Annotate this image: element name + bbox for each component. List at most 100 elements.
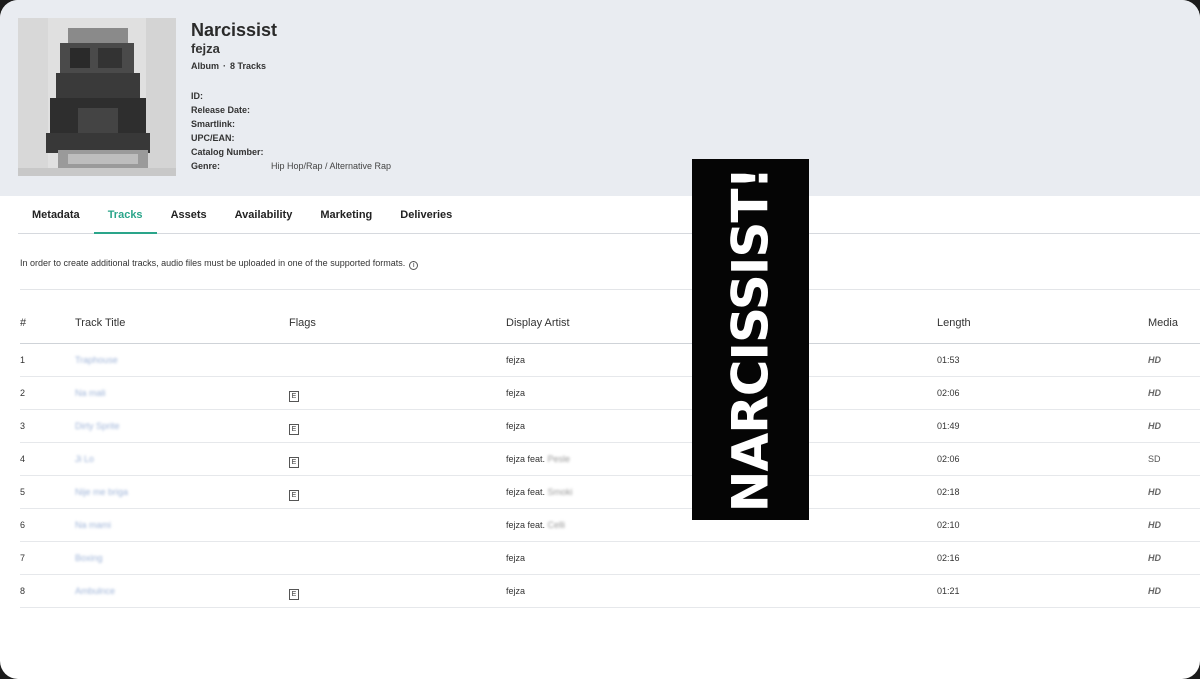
track-media: HD [1148,377,1200,409]
track-title-cell: Ji Lo [75,443,289,475]
tracks-table: # Track Title Flags Display Artist Lengt… [20,306,1200,608]
track-number: 4 [20,454,26,464]
album-title: Narcissist [191,20,278,40]
tab-availability[interactable]: Availability [221,196,307,234]
media-quality-badge: SD [1148,454,1161,464]
featured-artist: Pesle [547,454,571,464]
display-artist: fejza feat. [506,520,546,530]
track-media: HD [1148,509,1200,541]
field-label: UPC/EAN: [191,133,235,143]
media-quality-badge: HD [1148,520,1161,530]
track-title-link[interactable]: Ambulnce [75,586,115,596]
album-type: Album [191,61,219,71]
col-track-title: Track Title [75,317,126,329]
track-flags: E [289,575,506,607]
banner-text: NARCISSIST! [721,167,780,512]
display-artist: fejza [506,388,526,398]
field-id: ID: [191,89,391,103]
track-title-cell: Dirty Sprite [75,410,289,442]
track-length: 02:06 [937,454,960,464]
track-title-link[interactable]: Na mami [75,520,111,530]
divider [20,289,1200,290]
track-title-link[interactable]: Traphouse [75,355,118,365]
table-row[interactable]: 1 Traphouse fejza 01:53 HD [20,344,1200,377]
table-row[interactable]: 2 Na mali Efejza 02:06 HD [20,377,1200,410]
track-title-link[interactable]: Nije me briga [75,487,128,497]
tab-marketing[interactable]: Marketing [306,196,386,234]
table-row[interactable]: 7 Boxing fejza 02:16 HD [20,542,1200,575]
track-title-link[interactable]: Boxing [75,553,103,563]
track-flags: E [289,410,506,442]
track-number: 5 [20,487,26,497]
field-value: Hip Hop/Rap / Alternative Rap [271,161,392,171]
album-track-count: 8 Tracks [230,61,267,71]
track-length: 01:21 [937,586,960,596]
track-flags: E [289,377,506,409]
display-artist: fejza [506,355,526,365]
track-media: SD [1148,443,1200,475]
track-length: 01:49 [937,421,960,431]
explicit-flag-icon: E [289,457,299,468]
featured-artist: Smoki [547,487,573,497]
tab-deliveries[interactable]: Deliveries [386,196,466,234]
track-flags [289,509,506,541]
table-body: 1 Traphouse fejza 01:53 HD 2 Na mali Efejza 02:0… [20,344,1200,608]
tab-assets[interactable]: Assets [157,196,221,234]
track-title-link[interactable]: Dirty Sprite [75,421,120,431]
explicit-flag-icon: E [289,391,299,402]
track-media: HD [1148,476,1200,508]
table-row[interactable]: 4 Ji Lo Efejza feat. Pesle 02:06 SD [20,443,1200,476]
media-quality-badge: HD [1148,421,1161,431]
track-title-cell: Ambulnce [75,575,289,607]
narcissist-banner: NARCISSIST! [692,159,809,520]
display-artist: fejza feat. [506,454,546,464]
track-flags: E [289,443,506,475]
track-flags [289,344,506,376]
pixelated-cover-image [18,18,176,176]
tab-tracks[interactable]: Tracks [93,196,157,234]
col-length: Length [937,317,971,329]
field-label: Smartlink: [191,119,236,129]
album-cover [18,18,176,176]
field-genre: Genre: Hip Hop/Rap / Alternative Rap [191,159,391,173]
field-label: Genre: [191,161,221,171]
track-media: HD [1148,542,1200,574]
explicit-flag-icon: E [289,589,299,600]
track-media: HD [1148,575,1200,607]
field-upc: UPC/EAN: [191,131,391,145]
table-row[interactable]: 6 Na mami fejza feat. Celli 02:10 HD [20,509,1200,542]
track-title-link[interactable]: Na mali [75,388,106,398]
table-header: # Track Title Flags Display Artist Lengt… [20,306,1200,344]
col-media: Media [1148,317,1178,329]
tab-metadata[interactable]: Metadata [18,196,94,234]
track-number: 8 [20,586,26,596]
track-number: 1 [20,355,26,365]
track-number: 6 [20,520,26,530]
notice-text: In order to create additional tracks, au… [20,258,406,268]
track-number: 7 [20,553,26,563]
track-title-link[interactable]: Ji Lo [75,454,94,464]
track-length: 02:16 [937,553,960,563]
field-catalog-number: Catalog Number: [191,145,391,159]
track-number: 3 [20,421,26,431]
col-flags: Flags [289,317,316,329]
explicit-flag-icon: E [289,424,299,435]
track-flags [289,542,506,574]
table-row[interactable]: 5 Nije me briga Efejza feat. Smoki 02:18 HD [20,476,1200,509]
info-icon[interactable]: i [409,261,419,270]
display-artist: fejza [506,421,526,431]
album-fields: ID: Release Date: Smartlink: UPC/EAN: Ca… [191,89,391,173]
track-title-cell: Nije me briga [75,476,289,508]
track-length: 01:53 [937,355,960,365]
media-quality-badge: HD [1148,388,1161,398]
field-label: Release Date: [191,105,251,115]
table-row[interactable]: 3 Dirty Sprite Efejza 01:49 HD [20,410,1200,443]
track-length: 02:06 [937,388,960,398]
track-length: 02:10 [937,520,960,530]
track-flags: E [289,476,506,508]
table-row[interactable]: 8 Ambulnce Efejza 01:21 HD [20,575,1200,608]
upload-notice: In order to create additional tracks, au… [20,258,419,270]
track-artist: fejza [506,542,937,574]
tab-bar: Metadata Tracks Assets Availability Mark… [18,196,1200,234]
track-title-cell: Na mami [75,509,289,541]
